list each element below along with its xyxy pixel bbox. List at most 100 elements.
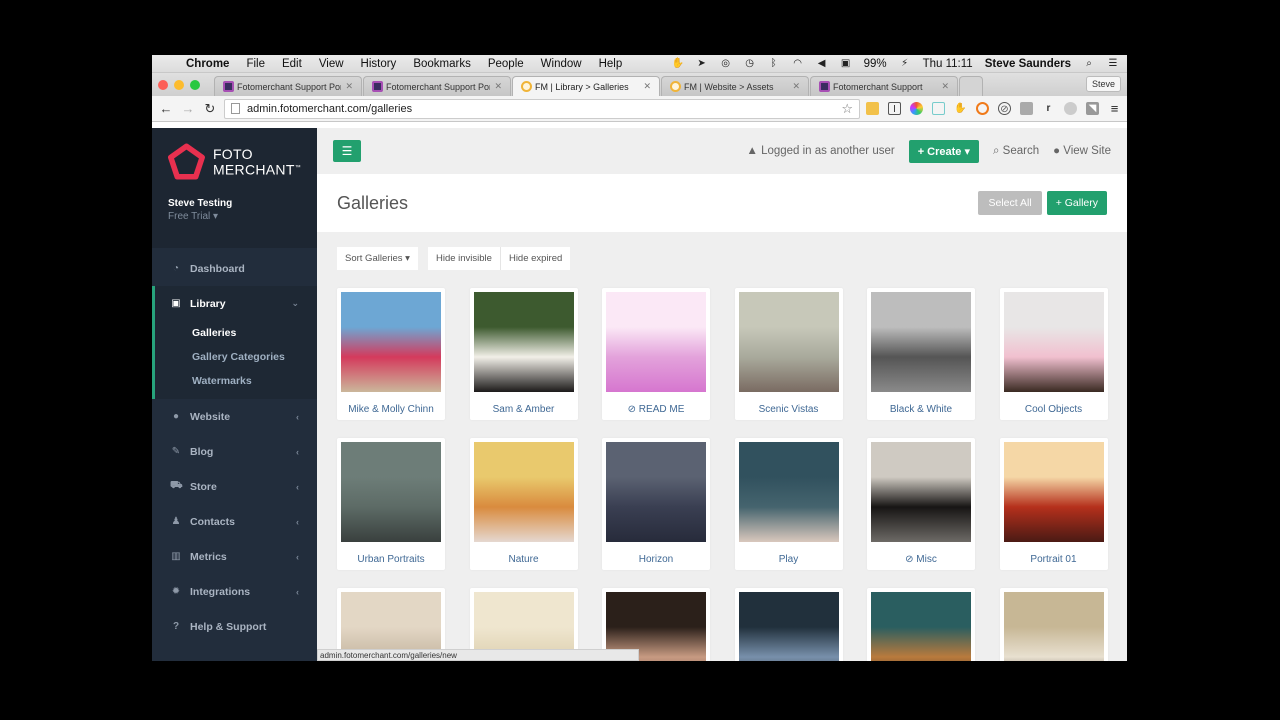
extension-circle-icon[interactable]	[1064, 102, 1077, 115]
gallery-name[interactable]: Cool Objects	[1004, 404, 1104, 415]
menu-bookmarks[interactable]: Bookmarks	[413, 58, 471, 70]
sidebar-item-integrations[interactable]: ✹ Integrations ‹	[152, 574, 317, 609]
gallery-card[interactable]	[999, 588, 1108, 661]
sidebar-item-dashboard[interactable]: ◔ Dashboard	[152, 251, 317, 286]
browser-tab[interactable]: Fotomerchant Support ✕	[810, 76, 958, 96]
clock[interactable]: Thu 11:11	[923, 58, 973, 70]
evernote-icon[interactable]: ✋	[672, 58, 684, 69]
logged-in-notice[interactable]: ▲ Logged in as another user	[746, 145, 894, 157]
extension-text-icon[interactable]: I	[888, 102, 901, 115]
sidebar-item-library[interactable]: ▣ Library ⌄	[155, 286, 317, 321]
gallery-name[interactable]: Horizon	[606, 554, 706, 565]
gallery-card[interactable]: Nature	[469, 438, 578, 570]
gallery-name[interactable]: Urban Portraits	[341, 554, 441, 565]
gallery-thumbnail[interactable]	[738, 292, 839, 392]
extension-evernote-icon[interactable]: ✋	[954, 102, 967, 115]
gallery-name[interactable]: Sam & Amber	[474, 404, 574, 415]
create-button[interactable]: + Create ▾	[908, 139, 980, 163]
url-input[interactable]: admin.fotomerchant.com/galleries ☆	[224, 98, 860, 119]
gallery-card[interactable]: Portrait 01	[999, 438, 1108, 570]
sidebar-subitem-gallery-categories[interactable]: Gallery Categories	[155, 345, 317, 369]
menu-edit[interactable]: Edit	[282, 58, 302, 70]
creative-cloud-icon[interactable]: ◎	[720, 58, 732, 69]
menu-file[interactable]: File	[246, 58, 265, 70]
gallery-thumbnail[interactable]	[871, 292, 971, 392]
gallery-thumbnail[interactable]	[738, 592, 839, 661]
gallery-name[interactable]: Black & White	[871, 404, 971, 415]
gallery-thumbnail[interactable]	[341, 442, 441, 542]
gallery-card[interactable]: ⊘ Misc	[867, 438, 975, 570]
minimize-window-button[interactable]	[174, 79, 184, 90]
extension-ring-icon[interactable]	[976, 102, 989, 115]
notification-center-icon[interactable]: ☰	[1107, 58, 1119, 69]
gallery-thumbnail[interactable]	[473, 292, 574, 392]
gallery-thumbnail[interactable]	[738, 442, 839, 542]
browser-tab[interactable]: Fotomerchant Support Por ✕	[363, 76, 511, 96]
hide-expired-button[interactable]: Hide expired	[499, 247, 571, 270]
gallery-name[interactable]: ⊘ Misc	[871, 554, 971, 565]
new-tab-button[interactable]	[959, 76, 983, 96]
gallery-thumbnail[interactable]	[473, 442, 574, 542]
gallery-thumbnail[interactable]	[606, 442, 706, 542]
close-tab-icon[interactable]: ✕	[941, 81, 949, 92]
time-machine-icon[interactable]: ◷	[744, 58, 756, 69]
gallery-card[interactable]: Play	[734, 438, 843, 570]
menu-app[interactable]: Chrome	[186, 58, 229, 70]
sidebar-item-store[interactable]: ⛟ Store ‹	[152, 469, 317, 504]
sidebar-item-blog[interactable]: ✎ Blog ‹	[152, 434, 317, 469]
gallery-thumbnail[interactable]	[1003, 442, 1104, 542]
gallery-card[interactable]	[867, 588, 975, 661]
menu-help[interactable]: Help	[599, 58, 623, 70]
account-plan-dropdown[interactable]: Free Trial ▾	[168, 211, 301, 222]
rss-icon[interactable]: ◥	[1086, 102, 1099, 115]
search-link[interactable]: ⌕ Search	[993, 145, 1039, 158]
menu-history[interactable]: History	[361, 58, 397, 70]
extension-r-icon[interactable]: r	[1042, 102, 1055, 115]
select-all-button[interactable]: Select All	[978, 191, 1042, 215]
browser-tab[interactable]: FM | Website > Assets ✕	[661, 76, 809, 96]
gallery-thumbnail[interactable]	[871, 442, 971, 542]
spotlight-icon[interactable]: ⌕	[1083, 58, 1095, 69]
gallery-card[interactable]	[734, 588, 843, 661]
wifi-icon[interactable]: ◠	[792, 58, 804, 69]
forward-icon[interactable]: →	[180, 101, 196, 116]
back-icon[interactable]: ←	[158, 101, 174, 116]
close-tab-icon[interactable]: ✕	[643, 81, 651, 92]
menu-view[interactable]: View	[319, 58, 344, 70]
gallery-thumbnail[interactable]	[1003, 592, 1104, 661]
add-gallery-button[interactable]: + Gallery	[1046, 191, 1107, 215]
extension-doc-icon[interactable]	[932, 102, 945, 115]
bluetooth-icon[interactable]: ᛒ	[768, 58, 780, 69]
sidebar-item-website[interactable]: ● Website ‹	[152, 399, 317, 434]
sidebar-item-contacts[interactable]: ♟ Contacts ‹	[152, 504, 317, 539]
logo[interactable]: FOTO MERCHANT™	[168, 142, 301, 182]
gallery-card[interactable]: ⊘ READ ME	[602, 288, 710, 420]
bookmark-star-icon[interactable]: ☆	[841, 101, 853, 117]
gallery-thumbnail[interactable]	[871, 592, 971, 661]
chrome-menu-icon[interactable]: ≡	[1108, 102, 1121, 115]
hide-invisible-button[interactable]: Hide invisible	[427, 247, 500, 270]
menu-window[interactable]: Window	[541, 58, 582, 70]
gallery-card[interactable]: Sam & Amber	[469, 288, 578, 420]
sort-galleries-dropdown[interactable]: Sort Galleries ▾	[337, 247, 418, 270]
extension-color-icon[interactable]	[910, 102, 923, 115]
gallery-name[interactable]: Portrait 01	[1004, 554, 1104, 565]
close-tab-icon[interactable]: ✕	[345, 81, 353, 92]
arrow-icon[interactable]: ➤	[696, 58, 708, 69]
gallery-name[interactable]: Nature	[474, 554, 574, 565]
browser-tab[interactable]: Fotomerchant Support Por ✕	[214, 76, 362, 96]
sidebar-subitem-watermarks[interactable]: Watermarks	[155, 369, 317, 393]
sidebar-item-help[interactable]: ? Help & Support	[152, 609, 317, 644]
close-window-button[interactable]	[158, 79, 168, 90]
reload-icon[interactable]: ↻	[202, 101, 218, 117]
zoom-window-button[interactable]	[190, 79, 200, 90]
volume-icon[interactable]: ◀	[816, 58, 828, 69]
profile-button[interactable]: Steve	[1085, 76, 1121, 92]
gallery-name[interactable]: Play	[739, 554, 839, 565]
extension-ruler-icon[interactable]	[866, 102, 879, 115]
gallery-thumbnail[interactable]	[341, 292, 441, 392]
close-tab-icon[interactable]: ✕	[494, 81, 502, 92]
extension-box-icon[interactable]	[1020, 102, 1033, 115]
sidebar-subitem-galleries[interactable]: Galleries	[155, 321, 317, 345]
browser-tab-active[interactable]: FM | Library > Galleries ✕	[512, 76, 660, 96]
